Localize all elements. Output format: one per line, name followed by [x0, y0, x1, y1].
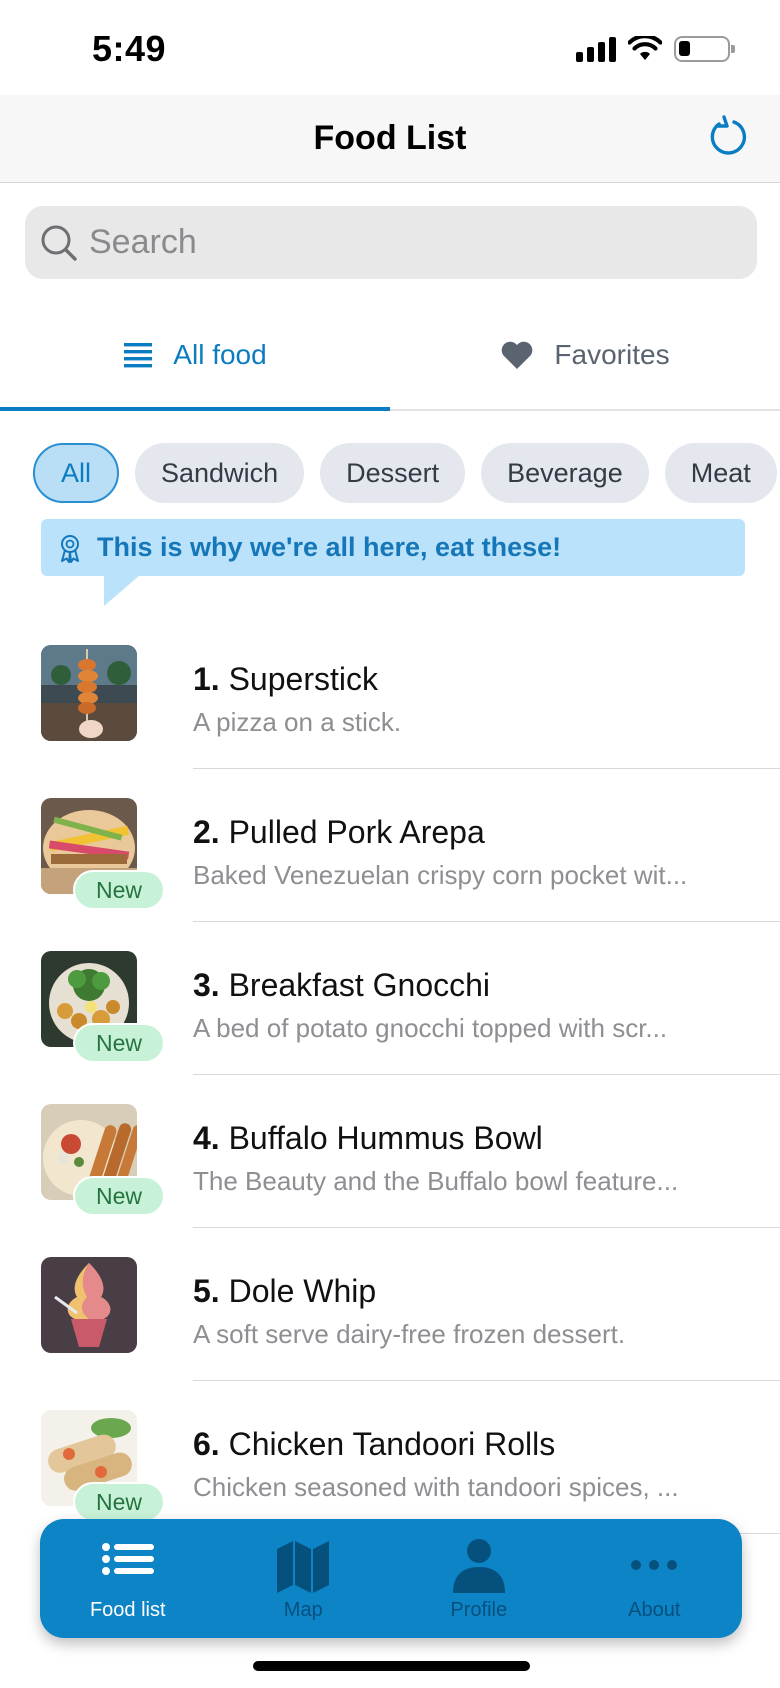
tooltip-banner: This is why we're all here, eat these!: [41, 519, 745, 606]
food-tabs: All food Favorites: [0, 300, 780, 411]
food-description: A pizza on a stick.: [193, 707, 402, 737]
wifi-icon: [628, 36, 662, 60]
tabbar-label: Profile: [450, 1599, 508, 1621]
food-title: 4. Buffalo Hummus Bowl: [193, 1120, 543, 1156]
list-item[interactable]: New 3. Breakfast Gnocchi A bed of potato…: [0, 922, 780, 1075]
food-title: 3. Breakfast Gnocchi: [193, 967, 491, 1003]
chip-sandwich[interactable]: Sandwich: [135, 443, 305, 503]
chip-dessert[interactable]: Dessert: [320, 443, 466, 503]
food-title: 1. Superstick: [193, 661, 378, 697]
list-item[interactable]: 1. Superstick A pizza on a stick.: [0, 616, 780, 769]
food-title: 2. Pulled Pork Arepa: [193, 814, 485, 850]
tab-all-food[interactable]: All food: [0, 300, 390, 411]
search-icon: [41, 225, 77, 261]
tabbar-about[interactable]: About: [567, 1519, 743, 1638]
tab-bar: Food list Map Profile About: [40, 1519, 742, 1638]
food-thumbnail: [41, 1257, 137, 1353]
tabbar-label: Food list: [89, 1599, 166, 1621]
list-icon: [124, 342, 153, 367]
food-description: Chicken seasoned with tandoori spices, .…: [193, 1472, 679, 1502]
food-description: The Beauty and the Buffalo bowl feature.…: [193, 1166, 679, 1196]
food-description: A bed of potato gnocchi topped with scr.…: [193, 1013, 668, 1043]
tabbar-profile[interactable]: Profile: [391, 1519, 567, 1638]
award-icon: [61, 534, 79, 563]
food-list: 1. Superstick A pizza on a stick. New 2.…: [0, 616, 780, 1534]
status-bar: 5:49: [0, 0, 780, 95]
more-icon: [631, 1560, 678, 1570]
list-item[interactable]: New 4. Buffalo Hummus Bowl The Beauty an…: [0, 1075, 780, 1228]
search-input[interactable]: [89, 223, 709, 262]
tabbar-label: Map: [283, 1599, 323, 1621]
tabbar-map[interactable]: Map: [216, 1519, 392, 1638]
list-item[interactable]: 5. Dole Whip A soft serve dairy-free fro…: [0, 1228, 780, 1381]
list-icon: [101, 1543, 154, 1575]
food-thumbnail: [41, 645, 137, 741]
list-item[interactable]: New 6. Chicken Tandoori Rolls Chicken se…: [0, 1381, 780, 1534]
map-icon: [277, 1541, 330, 1593]
chip-meat[interactable]: Meat: [664, 443, 777, 503]
tooltip-text: This is why we're all here, eat these!: [97, 532, 562, 562]
category-filter: All Sandwich Dessert Beverage Meat: [33, 443, 780, 503]
refresh-icon[interactable]: [704, 113, 752, 161]
new-badge: New: [73, 1176, 165, 1216]
list-item[interactable]: New 2. Pulled Pork Arepa Baked Venezuela…: [0, 769, 780, 922]
tab-favorites[interactable]: Favorites: [390, 300, 780, 409]
chip-all[interactable]: All: [33, 443, 120, 503]
status-time: 5:49: [92, 28, 167, 69]
status-icons: [576, 36, 735, 62]
food-title: 6. Chicken Tandoori Rolls: [193, 1426, 556, 1462]
heart-icon: [502, 341, 533, 369]
search-bar[interactable]: [25, 206, 757, 279]
signal-icon: [576, 36, 616, 62]
food-description: Baked Venezuelan crispy corn pocket wit.…: [193, 860, 688, 890]
food-title: 5. Dole Whip: [193, 1273, 377, 1309]
food-description: A soft serve dairy-free frozen dessert.: [193, 1319, 626, 1349]
new-badge: New: [73, 1482, 165, 1522]
navigation-bar: Food List: [0, 95, 780, 183]
home-indicator: [253, 1661, 530, 1671]
chip-beverage[interactable]: Beverage: [481, 443, 649, 503]
new-badge: New: [73, 1023, 165, 1063]
tab-favorites-label: Favorites: [554, 338, 670, 370]
tab-all-food-label: All food: [173, 338, 267, 370]
tabbar-label: About: [628, 1599, 681, 1621]
page-title: Food List: [313, 119, 467, 157]
new-badge: New: [73, 870, 165, 910]
battery-icon: [674, 36, 735, 62]
person-icon: [452, 1539, 505, 1593]
tabbar-food-list[interactable]: Food list: [40, 1519, 216, 1638]
